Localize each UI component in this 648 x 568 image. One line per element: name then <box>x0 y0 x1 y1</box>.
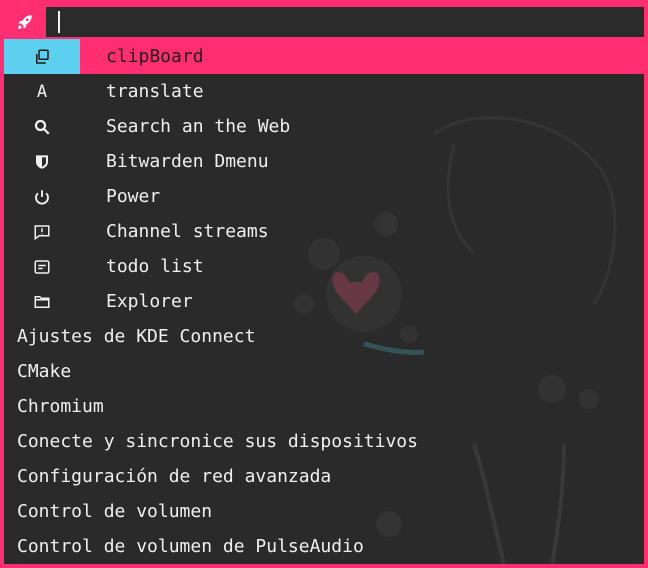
result-item-label: CMake <box>17 361 72 382</box>
result-item-label: Control de volumen <box>17 501 213 522</box>
results-list: clipBoard Atranslate Search an the Web Bitw… <box>4 39 644 564</box>
result-item[interactable]: Control de volumen <box>4 494 644 529</box>
result-item[interactable]: Control de volumen de PulseAudio <box>4 529 644 564</box>
result-item-label: Explorer <box>106 291 193 312</box>
result-item[interactable]: Bitwarden Dmenu <box>4 144 644 179</box>
rocket-icon <box>12 10 38 34</box>
result-item[interactable]: clipBoard <box>4 39 644 74</box>
result-item-label: Conecte y sincronice sus dispositivos <box>17 431 418 452</box>
result-item[interactable]: Conecte y sincronice sus dispositivos <box>4 424 644 459</box>
translate-icon: A <box>36 81 48 102</box>
list-box-icon <box>4 249 80 284</box>
result-item-label: Configuración de red avanzada <box>17 466 332 487</box>
result-item[interactable]: Configuración de red avanzada <box>4 459 644 494</box>
result-item[interactable]: Ajustes de KDE Connect <box>4 319 644 354</box>
result-item-label: Search an the Web <box>106 116 291 137</box>
result-item[interactable]: Channel streams <box>4 214 644 249</box>
result-item-label: Power <box>106 186 161 207</box>
result-item-label: Bitwarden Dmenu <box>106 151 269 172</box>
result-item[interactable]: Power <box>4 179 644 214</box>
search-input[interactable] <box>46 7 644 37</box>
result-item-label: Channel streams <box>106 221 269 242</box>
search-icon <box>4 109 80 144</box>
result-item-label: clipBoard <box>106 46 204 67</box>
result-item-label: Control de volumen de PulseAudio <box>17 536 364 557</box>
launcher-window: clipBoard Atranslate Search an the Web Bitw… <box>4 4 644 564</box>
result-item[interactable]: CMake <box>4 354 644 389</box>
clipboard-copy-icon <box>4 39 80 74</box>
result-item[interactable]: todo list <box>4 249 644 284</box>
result-item-label: todo list <box>106 256 204 277</box>
result-item-label: Chromium <box>17 396 104 417</box>
result-item-label: Ajustes de KDE Connect <box>17 326 256 347</box>
search-bar <box>4 4 644 40</box>
folder-icon <box>4 284 80 319</box>
chat-alert-icon <box>4 214 80 249</box>
result-item[interactable]: Chromium <box>4 389 644 424</box>
text-cursor <box>58 11 60 33</box>
shield-icon <box>4 144 80 179</box>
result-item[interactable]: Explorer <box>4 284 644 319</box>
result-item-label: translate <box>106 81 204 102</box>
power-icon <box>4 179 80 214</box>
result-item[interactable]: Search an the Web <box>4 109 644 144</box>
result-item[interactable]: Atranslate <box>4 74 644 109</box>
